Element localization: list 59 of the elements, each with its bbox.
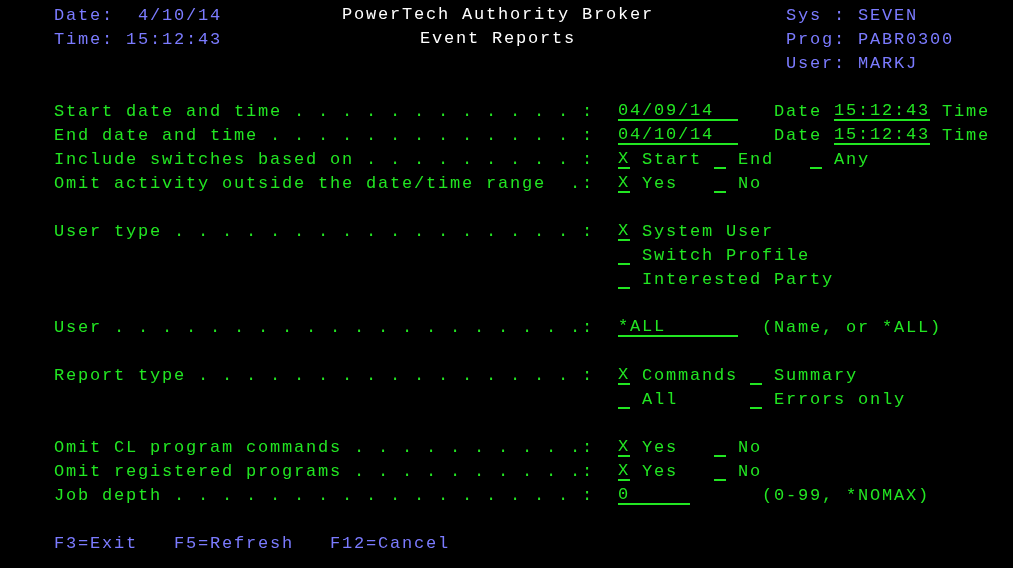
input-field[interactable]: X	[618, 149, 630, 169]
header-label: User:	[786, 53, 847, 73]
header-value: PABR0300	[858, 29, 954, 49]
hint-text: (Name, or *ALL)	[762, 317, 943, 337]
field-label: Omit registered programs . . . . . . . . . .:	[54, 461, 596, 481]
header-value: 15:12:43	[126, 29, 222, 49]
option-label: All	[642, 389, 678, 409]
field-label: End date and time . . . . . . . . . . . . . :	[54, 125, 596, 145]
field-label: User type . . . . . . . . . . . . . . . . . :	[54, 221, 596, 241]
field-label: Omit activity outside the date/time range .:	[54, 173, 596, 193]
header-value: SEVEN	[858, 5, 918, 25]
option-label: Errors only	[774, 389, 907, 409]
input-field[interactable]: X	[618, 173, 630, 193]
option-label: Yes	[642, 173, 678, 193]
input-field[interactable]: X	[618, 365, 630, 385]
option-label: Summary	[774, 365, 859, 385]
option-label: End	[738, 149, 775, 169]
field-label: Start date and time . . . . . . . . . . . . :	[54, 101, 596, 121]
field-label: Omit CL program commands . . . . . . . . . .:	[54, 437, 596, 457]
function-key[interactable]: F3=Exit	[54, 533, 138, 553]
field-label: Include switches based on . . . . . . . . . :	[54, 149, 596, 169]
field-caption: Date	[774, 125, 822, 145]
option-label: Interested Party	[642, 269, 835, 289]
option-label: No	[738, 173, 762, 193]
header-label: Time:	[54, 29, 115, 49]
input-field[interactable]: X	[618, 461, 630, 481]
option-label: No	[738, 461, 762, 481]
option-label: No	[738, 437, 762, 457]
field-caption: Time	[942, 125, 990, 145]
input-field[interactable]: X	[618, 221, 630, 241]
hint-text: (0-99, *NOMAX)	[762, 485, 931, 505]
screen-title: PowerTech Authority Broker	[342, 4, 655, 26]
field-label: User . . . . . . . . . . . . . . . . . . . .:	[54, 317, 596, 337]
option-label: Commands	[642, 365, 738, 385]
field-label: Job depth . . . . . . . . . . . . . . . . . :	[54, 485, 596, 505]
input-field[interactable]: 15:12:43	[834, 101, 930, 121]
header-label: Date:	[54, 5, 115, 25]
input-field[interactable]: 04/10/14	[618, 125, 738, 145]
field-label: Report type . . . . . . . . . . . . . . . . :	[54, 365, 596, 385]
input-field[interactable]: 0	[618, 485, 690, 505]
option-label: Any	[834, 149, 871, 169]
field-caption: Time	[942, 101, 990, 121]
option-label: Yes	[642, 437, 678, 457]
header-label: Prog:	[786, 29, 847, 49]
header-label: Sys :	[786, 5, 847, 25]
header-value: MARKJ	[858, 53, 918, 73]
option-label: System User	[642, 221, 775, 241]
header-value: 4/10/14	[137, 5, 222, 25]
input-field[interactable]: 04/09/14	[618, 101, 738, 121]
input-field[interactable]: 15:12:43	[834, 125, 930, 145]
input-field[interactable]: *ALL	[618, 317, 738, 337]
function-key[interactable]: F5=Refresh	[174, 533, 295, 553]
field-caption: Date	[774, 101, 822, 121]
function-key[interactable]: F12=Cancel	[330, 533, 451, 553]
screen-subtitle: Event Reports	[420, 28, 576, 50]
option-label: Switch Profile	[642, 245, 811, 265]
option-label: Yes	[642, 461, 678, 481]
input-field[interactable]: X	[618, 437, 630, 457]
option-label: Start	[642, 149, 702, 169]
